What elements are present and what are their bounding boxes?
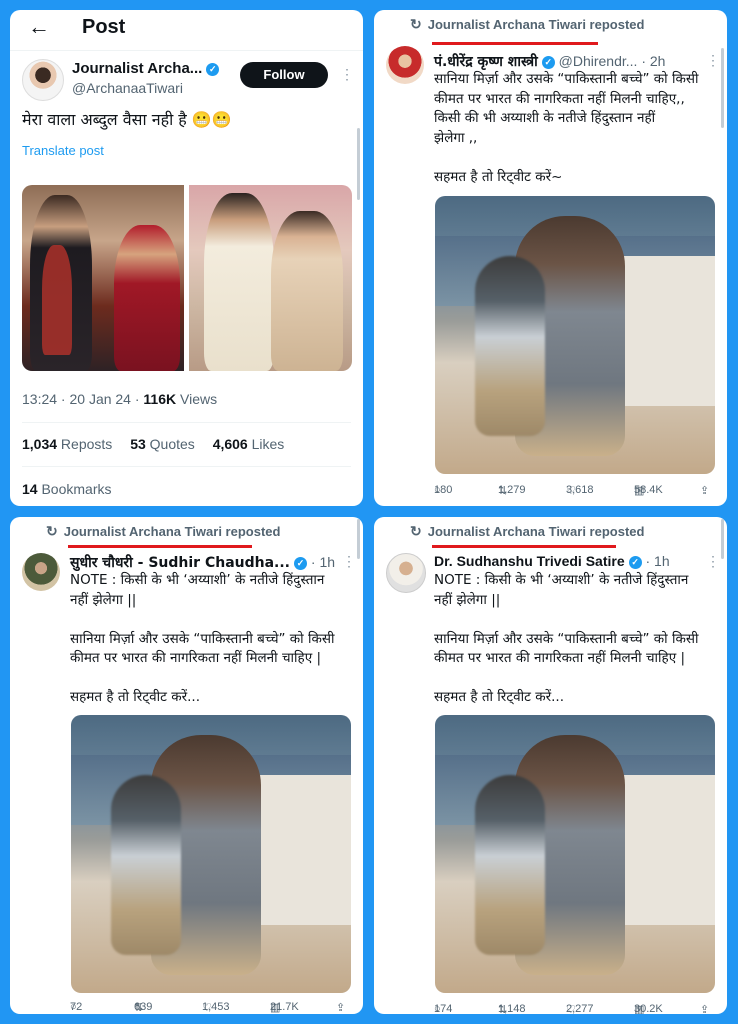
author-name[interactable]: Journalist Archa... ✓: [72, 60, 220, 77]
share-icon[interactable]: ⇪: [700, 1003, 709, 1014]
author-name[interactable]: Dr. Sudhanshu Trivedi Satire ✓ · 1h: [434, 553, 670, 569]
post-text: मेरा वाला अब्दुल वैसा नही है 😬😬: [22, 110, 232, 129]
divider: [22, 466, 351, 467]
arrow-left-icon[interactable]: ←: [28, 14, 50, 40]
translate-post-link[interactable]: Translate post: [22, 143, 104, 158]
post-media[interactable]: [71, 715, 351, 993]
repost-icon: ↻: [410, 16, 422, 32]
share-icon[interactable]: ⇪: [336, 1001, 345, 1014]
scrollbar[interactable]: [357, 128, 360, 200]
likes-stat[interactable]: 4,606 Likes: [213, 436, 285, 452]
repost-panel-2: ↻ Journalist Archana Tiwari reposted सुधी…: [10, 517, 363, 1014]
verified-badge-icon: ✓: [206, 63, 220, 76]
post-text: NOTE : किसी के भी ‘अय्याशी’ के नतीजे हिं…: [434, 572, 699, 705]
avatar[interactable]: [22, 553, 60, 591]
repost-indicator[interactable]: ↻ Journalist Archana Tiwari reposted: [46, 523, 280, 540]
post-stats: 1,034 Reposts 53 Quotes 4,606 Likes: [22, 436, 298, 452]
follow-button[interactable]: Follow: [240, 62, 328, 88]
more-options-icon[interactable]: ⋮: [340, 66, 354, 83]
page-title: Post: [82, 16, 126, 38]
scrollbar[interactable]: [721, 519, 724, 559]
repost-icon: ↻: [410, 523, 422, 539]
post-media[interactable]: [435, 196, 715, 474]
scrollbar[interactable]: [357, 519, 360, 559]
red-underline: [432, 42, 598, 45]
avatar[interactable]: [22, 59, 64, 101]
bookmarks-stat[interactable]: 14 Bookmarks: [22, 481, 112, 497]
verified-badge-icon: ✓: [541, 56, 555, 69]
share-icon[interactable]: ⇪: [700, 484, 709, 497]
repost-icon: ↻: [46, 523, 58, 539]
post-header: ← Post: [10, 10, 363, 51]
post-detail-panel: ← Post Journalist Archa... ✓ @ArchanaaTiw…: [10, 10, 363, 506]
post-meta: 13:24 · 20 Jan 24 · 116K Views: [22, 391, 218, 407]
more-options-icon[interactable]: ⋮: [342, 553, 356, 570]
reposts-stat[interactable]: 1,034 Reposts: [22, 436, 112, 452]
verified-badge-icon: ✓: [294, 557, 307, 570]
post-text: NOTE : किसी के भी ‘अय्याशी’ के नतीजे हिं…: [70, 572, 335, 705]
wedding-photo-2[interactable]: [189, 185, 352, 371]
author-name[interactable]: पं.धीरेंद्र कृष्ण शास्त्री ✓ @Dhirendr...…: [434, 52, 665, 71]
more-options-icon[interactable]: ⋮: [706, 52, 720, 69]
divider: [22, 422, 351, 423]
repost-indicator[interactable]: ↻ Journalist Archana Tiwari reposted: [410, 16, 644, 33]
post-media[interactable]: [22, 185, 352, 371]
avatar[interactable]: [386, 553, 426, 593]
post-media[interactable]: [435, 715, 715, 993]
repost-panel-3: ↻ Journalist Archana Tiwari reposted Dr. …: [374, 517, 727, 1014]
repost-indicator[interactable]: ↻ Journalist Archana Tiwari reposted: [410, 523, 644, 540]
red-underline: [432, 545, 616, 548]
post-text: सानिया मिर्ज़ा और उसके “पाकिस्तानी बच्चे…: [434, 71, 699, 185]
avatar[interactable]: [386, 46, 424, 84]
quotes-stat[interactable]: 53 Quotes: [130, 436, 195, 452]
repost-panel-1: ↻ Journalist Archana Tiwari reposted पं.ध…: [374, 10, 727, 506]
wedding-photo-1[interactable]: [22, 185, 184, 371]
author-handle[interactable]: @ArchanaaTiwari: [72, 80, 183, 96]
red-underline: [68, 545, 252, 548]
scrollbar[interactable]: [721, 48, 724, 128]
verified-badge-icon: ✓: [628, 556, 642, 569]
author-name[interactable]: सुधीर चौधरी - Sudhir Chaudha... ✓ · 1h: [70, 553, 335, 572]
more-options-icon[interactable]: ⋮: [706, 553, 720, 570]
